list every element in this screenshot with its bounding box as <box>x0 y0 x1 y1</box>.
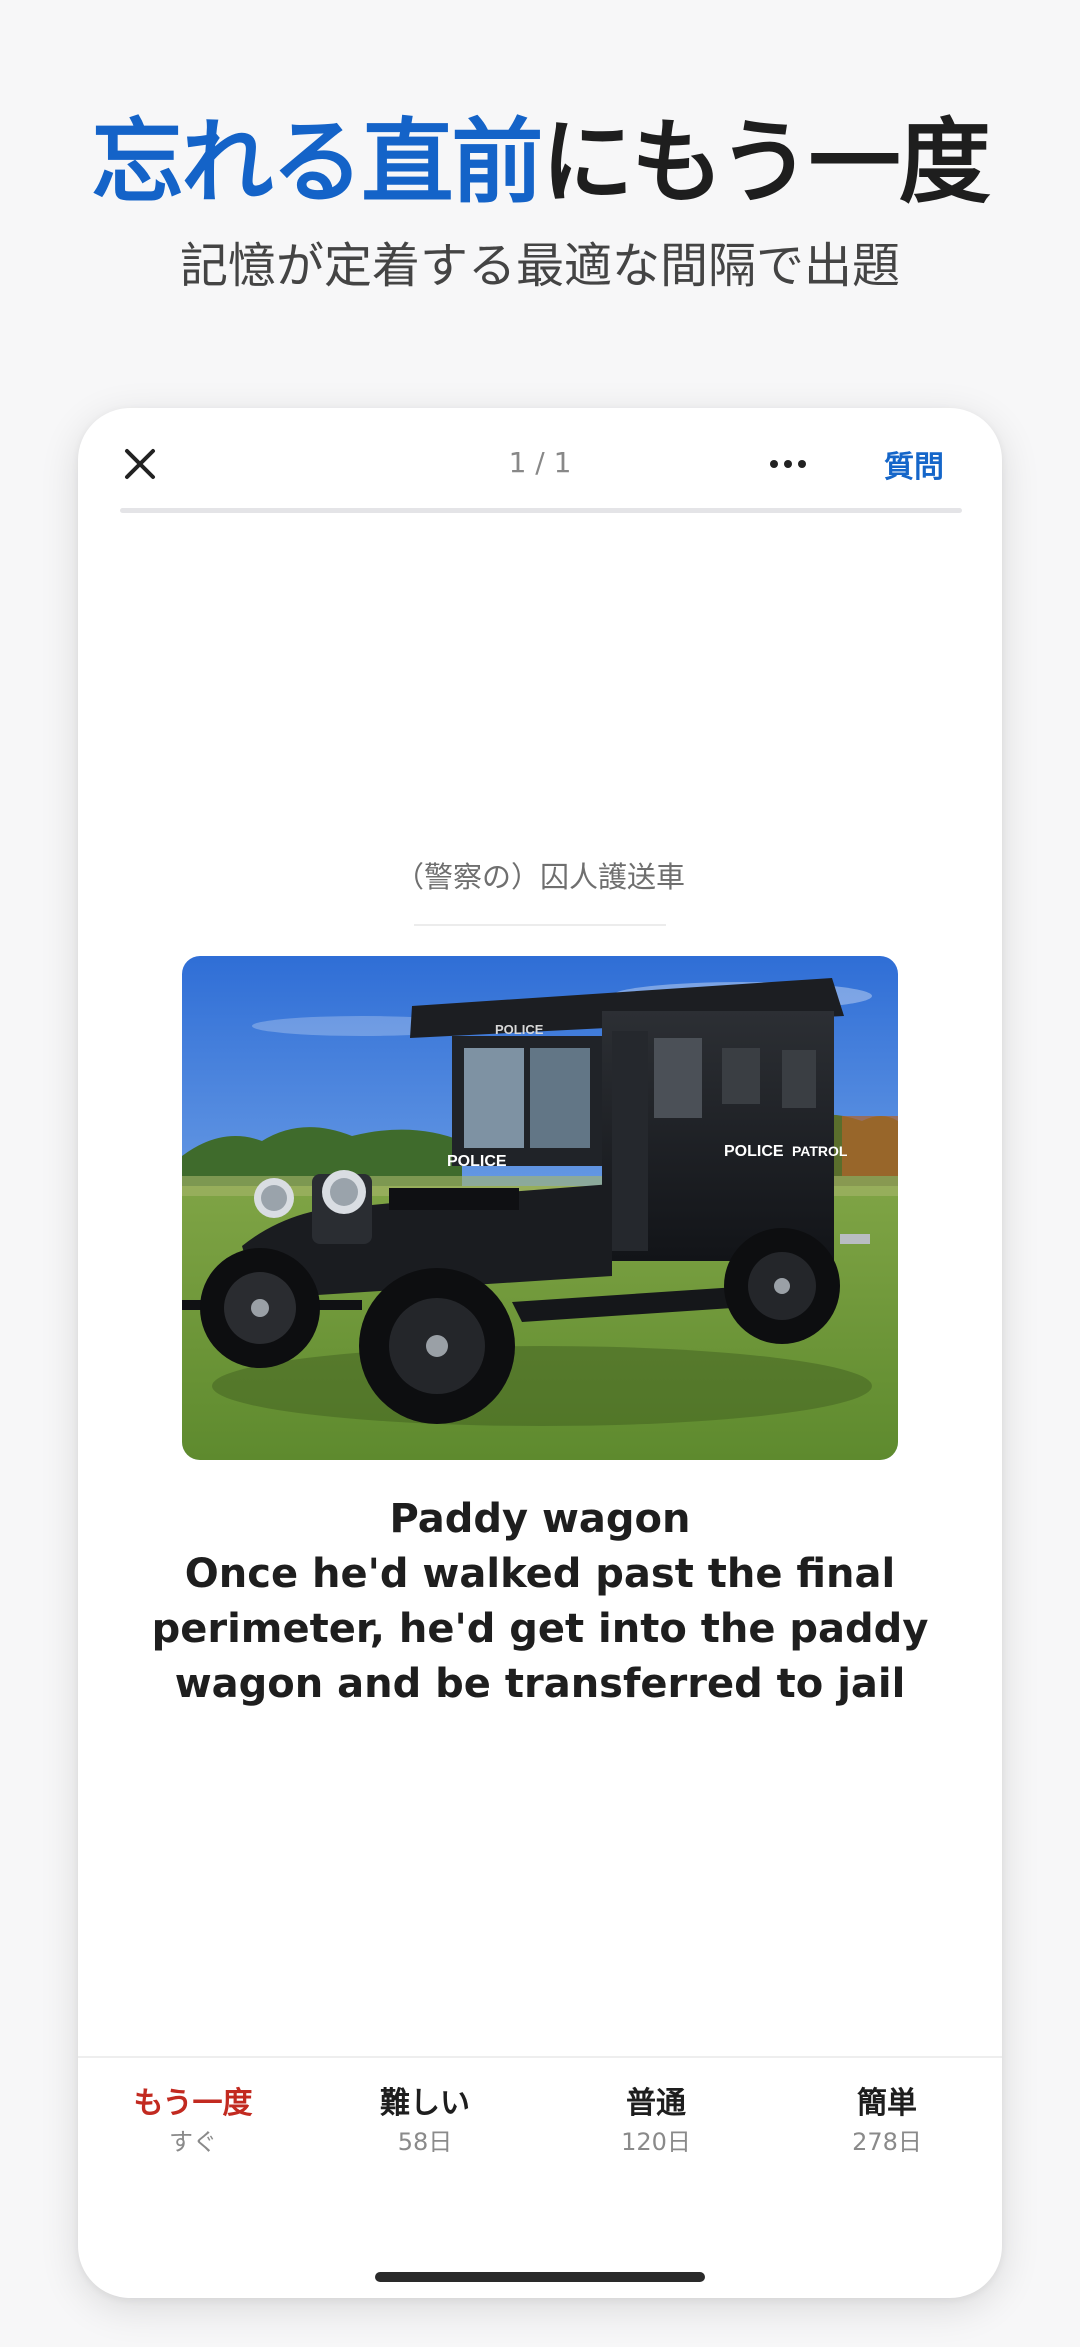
progress-track <box>120 508 962 513</box>
card-prompt: （警察の）囚人護送車 <box>394 860 685 894</box>
answer-example-line: Once he'd walked past the final <box>184 1551 896 1597</box>
promo-headline-accent: 忘れる直前 <box>91 109 543 216</box>
image-text-side-2: PATROL <box>792 1143 848 1159</box>
choice-hard-button[interactable]: 難しい 58日 <box>325 2084 525 2160</box>
image-text-side-1: POLICE <box>724 1143 784 1160</box>
choice-again-button[interactable]: もう一度 すぐ <box>93 2084 293 2160</box>
ask-question-button[interactable]: 質問 <box>884 442 944 486</box>
answer-example-line: perimeter, he'd get into the paddy <box>151 1606 929 1652</box>
phone-screen: 1 / 1 質問 （警察の）囚人護送車 POLICE POLICE POLICE… <box>78 408 1002 2298</box>
promo-headline-rest: にもう一度 <box>541 109 990 216</box>
card-top-bar: 1 / 1 質問 <box>78 408 1002 512</box>
prompt-divider <box>414 924 666 926</box>
choice-label: 簡単 <box>857 2086 917 2121</box>
card-photo: POLICE POLICE POLICE PATROL <box>182 956 898 1460</box>
card-counter: 1 / 1 <box>508 446 572 479</box>
choice-label: 難しい <box>380 2086 470 2121</box>
choice-interval: 120日 <box>621 2128 691 2156</box>
choice-easy-button[interactable]: 簡単 278日 <box>787 2084 987 2160</box>
choice-good-button[interactable]: 普通 120日 <box>556 2084 756 2160</box>
police-wagon-image: POLICE POLICE POLICE PATROL <box>182 956 898 1460</box>
answer-example-line: wagon and be transferred to jail <box>174 1661 906 1707</box>
promo-headline: 忘れる直前にもう一度 <box>0 112 1080 213</box>
image-text-hood: POLICE <box>447 1153 507 1170</box>
card-answer: Paddy wagon Once he'd walked past the fi… <box>138 1492 942 1712</box>
choice-interval: すぐ <box>169 2128 217 2156</box>
more-options-button[interactable] <box>762 450 814 478</box>
choice-interval: 58日 <box>397 2128 453 2156</box>
home-indicator[interactable] <box>375 2272 705 2282</box>
choice-interval: 278日 <box>852 2128 922 2156</box>
image-text-roof: POLICE <box>495 1022 544 1037</box>
bottom-separator <box>78 2056 1002 2058</box>
promo-subheadline: 記憶が定着する最適な間隔で出題 <box>179 238 900 294</box>
ellipsis-icon <box>770 460 806 468</box>
choice-label: もう一度 <box>133 2086 253 2121</box>
choice-label: 普通 <box>626 2086 686 2121</box>
answer-term: Paddy wagon <box>389 1496 691 1542</box>
